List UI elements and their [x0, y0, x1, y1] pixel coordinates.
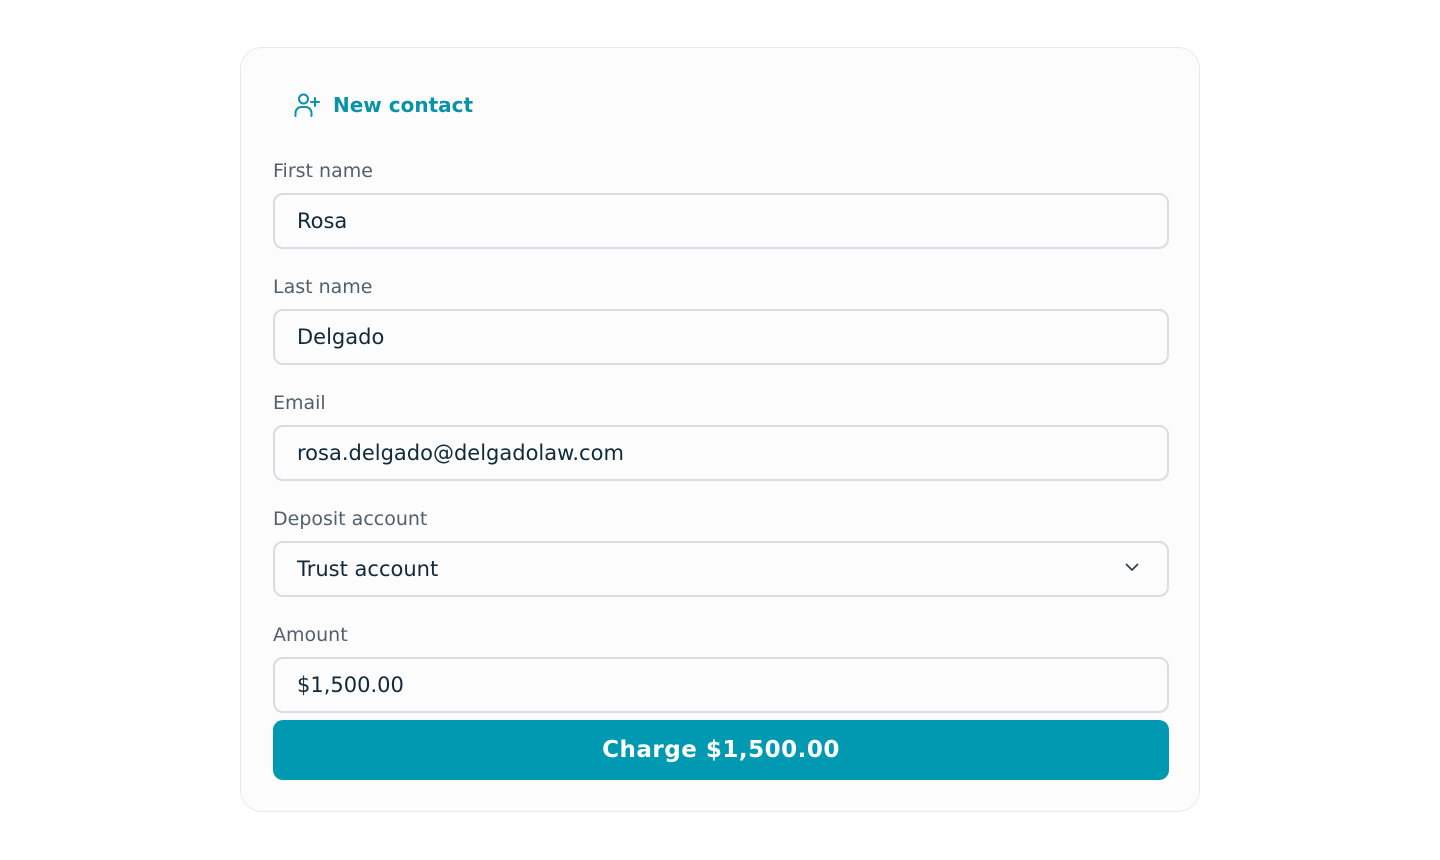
last-name-label: Last name — [273, 276, 373, 298]
last-name-input[interactable] — [297, 325, 1145, 349]
first-name-input[interactable] — [297, 209, 1145, 233]
last-name-field[interactable] — [273, 309, 1169, 365]
deposit-account-label: Deposit account — [273, 508, 428, 530]
first-name-label: First name — [273, 160, 373, 182]
chevron-down-icon — [1123, 557, 1141, 581]
email-label: Email — [273, 392, 326, 414]
charge-button[interactable]: Charge $1,500.00 — [273, 720, 1169, 780]
user-plus-icon — [293, 91, 321, 119]
email-input[interactable] — [297, 441, 1145, 465]
deposit-account-value: Trust account — [297, 557, 439, 581]
amount-field[interactable] — [273, 657, 1169, 713]
deposit-account-select[interactable]: Trust account — [273, 541, 1169, 597]
first-name-field[interactable] — [273, 193, 1169, 249]
email-field[interactable] — [273, 425, 1169, 481]
new-contact-label: New contact — [333, 93, 474, 117]
new-contact-card: New contact First name Last name Email D… — [240, 47, 1200, 812]
amount-input[interactable] — [297, 673, 1145, 697]
new-contact-button[interactable]: New contact — [293, 91, 473, 119]
amount-label: Amount — [273, 624, 348, 646]
